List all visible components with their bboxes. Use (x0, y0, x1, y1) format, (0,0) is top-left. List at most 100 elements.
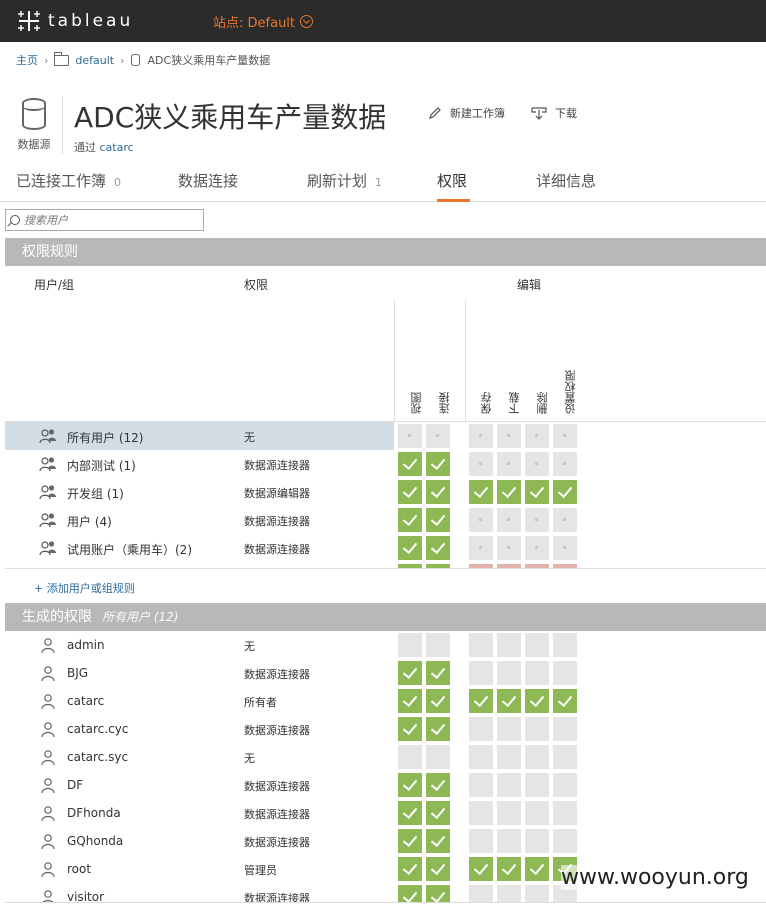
capability-set-permissions-none (553, 717, 577, 741)
tab-refresh-schedules[interactable]: 刷新计划 1 (307, 170, 382, 191)
capability-label-download: 下载 (508, 392, 521, 414)
permission-role[interactable]: 数据源连接器 (244, 513, 310, 529)
user-name: visitor (67, 890, 105, 902)
tab-data-connections[interactable]: 数据连接 (178, 170, 238, 191)
tab-label: 权限 (437, 172, 468, 190)
tableau-logo[interactable]: tableau (16, 8, 133, 34)
permission-role[interactable]: 无 (244, 429, 255, 445)
capability-connect-allow (426, 829, 450, 853)
capability-view-allow[interactable] (398, 452, 422, 476)
user-row[interactable]: BJG 数据源连接器 (5, 659, 766, 687)
permission-role[interactable]: 数据源编辑器 (244, 485, 310, 501)
capability-delete-allow (525, 689, 549, 713)
user-row[interactable]: DFhonda 数据源连接器 (5, 799, 766, 827)
capability-delete-none[interactable] (525, 536, 549, 560)
rule-row[interactable]: 所有用户 (12) 无 (5, 422, 766, 450)
add-rule-link[interactable]: + 添加用户或组规则 (34, 580, 135, 596)
rule-row[interactable]: 内部测试 (1) 数据源连接器 (5, 450, 766, 478)
breadcrumb-folder[interactable]: default (75, 54, 114, 67)
permission-role[interactable]: 数据源连接器 (244, 457, 310, 473)
user-icon (39, 749, 57, 766)
search-users-input[interactable] (24, 213, 194, 227)
capability-save-none[interactable] (469, 536, 493, 560)
download-button[interactable]: 下载 (531, 105, 577, 121)
tab-bar: 已连接工作簿 0 数据连接 刷新计划 1 权限 详细信息 (0, 168, 766, 202)
capability-save-allow[interactable] (469, 480, 493, 504)
capability-set-permissions-none[interactable] (553, 508, 577, 532)
breadcrumb-current: ADC狭义乘用车产量数据 (147, 54, 271, 67)
capability-label-view: 视图 (410, 392, 423, 414)
group-name: 用户 (4) (67, 515, 112, 529)
user-row[interactable]: catarc.cyc 数据源连接器 (5, 715, 766, 743)
new-workbook-button[interactable]: 新建工作簿 (428, 105, 505, 121)
capability-delete-none[interactable] (525, 424, 549, 448)
capability-view-allow[interactable] (398, 508, 422, 532)
user-row[interactable]: GQhonda 数据源连接器 (5, 827, 766, 855)
rule-row[interactable]: 开发组 (1) 数据源编辑器 (5, 478, 766, 506)
site-selector[interactable]: 站点: Default (213, 12, 314, 31)
user-row[interactable]: DF 数据源连接器 (5, 771, 766, 799)
capability-view-allow[interactable] (398, 480, 422, 504)
user-row[interactable]: catarc 所有者 (5, 687, 766, 715)
capability-save-none[interactable] (469, 452, 493, 476)
rule-row[interactable]: 试用账户（乘用车）(2) 数据源连接器 (5, 534, 766, 562)
tab-details[interactable]: 详细信息 (536, 170, 596, 191)
capability-view-allow[interactable] (398, 536, 422, 560)
effective-section-header: 生成的权限 所有用户 (12) (5, 603, 766, 631)
capability-set-permissions-none[interactable] (553, 536, 577, 560)
capability-connect-none[interactable] (426, 424, 450, 448)
permission-role: 管理员 (244, 864, 277, 877)
capability-download-none[interactable] (497, 508, 521, 532)
owner-link[interactable]: catarc (100, 141, 134, 154)
capability-download-none[interactable] (497, 536, 521, 560)
capability-delete-none (525, 661, 549, 685)
permission-role[interactable]: 数据源连接器 (244, 541, 310, 557)
capability-download-allow[interactable] (497, 480, 521, 504)
capability-download-none[interactable] (497, 452, 521, 476)
tab-count: 0 (114, 176, 122, 189)
user-name: GQhonda (67, 834, 124, 848)
capability-delete-none[interactable] (525, 452, 549, 476)
divider (5, 902, 766, 903)
capability-connect-allow[interactable] (426, 508, 450, 532)
column-header-permission: 权限 (244, 278, 269, 292)
tab-permissions[interactable]: 权限 (437, 170, 467, 191)
capability-save-none (469, 633, 493, 657)
breadcrumb-home[interactable]: 主页 (16, 52, 38, 68)
tab-connected-workbooks[interactable]: 已连接工作簿 0 (16, 170, 121, 191)
user-name: admin (67, 638, 105, 652)
permission-role: 数据源连接器 (244, 836, 310, 849)
breadcrumb-separator: › (44, 53, 49, 67)
capability-connect-allow (426, 773, 450, 797)
capability-save-none[interactable] (469, 424, 493, 448)
group-name: 内部测试 (1) (67, 459, 136, 473)
capability-set-permissions-allow (553, 689, 577, 713)
capability-delete-allow[interactable] (525, 480, 549, 504)
group-name: 试用账户（乘用车）(2) (67, 543, 192, 557)
tableau-logo-icon (18, 11, 40, 31)
capability-set-permissions-none[interactable] (553, 424, 577, 448)
user-row[interactable]: admin 无 (5, 631, 766, 659)
column-divider (465, 300, 466, 422)
rule-row[interactable]: 用户 (4) 数据源连接器 (5, 506, 766, 534)
capability-set-permissions-allow[interactable] (553, 480, 577, 504)
new-workbook-label: 新建工作簿 (450, 107, 505, 120)
capability-save-none[interactable] (469, 508, 493, 532)
tab-label: 数据连接 (178, 172, 239, 190)
capability-delete-allow (525, 857, 549, 881)
capability-download-none (497, 801, 521, 825)
capability-delete-none (525, 745, 549, 769)
chevron-down-icon (300, 15, 314, 28)
capability-connect-allow[interactable] (426, 452, 450, 476)
capability-connect-allow[interactable] (426, 536, 450, 560)
capability-save-none (469, 717, 493, 741)
capability-view-none[interactable] (398, 424, 422, 448)
capability-delete-none[interactable] (525, 508, 549, 532)
capability-set-permissions-none[interactable] (553, 452, 577, 476)
capability-download-none[interactable] (497, 424, 521, 448)
capability-connect-allow (426, 801, 450, 825)
user-icon (39, 833, 57, 850)
capability-connect-allow[interactable] (426, 480, 450, 504)
user-row[interactable]: catarc.syc 无 (5, 743, 766, 771)
capability-view-none (398, 745, 422, 769)
